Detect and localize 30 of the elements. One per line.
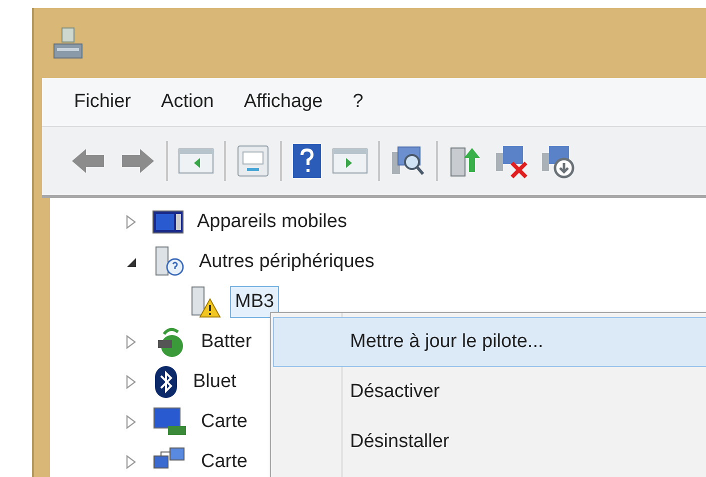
menu-item[interactable]: Fichier: [74, 91, 132, 113]
help-icon[interactable]: [292, 143, 322, 179]
uninstall-icon[interactable]: [494, 143, 530, 179]
expand-arrow-icon[interactable]: [124, 335, 138, 349]
context-menu-item[interactable]: Désinstaller: [273, 417, 706, 467]
display-adapter-icon: [152, 406, 188, 438]
mobile-device-icon: [152, 209, 184, 235]
bluetooth-icon: [152, 365, 180, 399]
context-menu-item[interactable]: Désactiver: [273, 367, 706, 417]
pane-icon[interactable]: [178, 147, 214, 175]
tree-item[interactable]: Batter: [196, 326, 257, 358]
tree-item[interactable]: Carte: [196, 446, 252, 477]
tree-item[interactable]: Bluet: [188, 366, 242, 398]
enable-device-icon[interactable]: [540, 143, 576, 179]
tree-item[interactable]: MB3: [230, 286, 280, 318]
tree-item[interactable]: Autres périphériques: [194, 246, 380, 278]
menu-item[interactable]: Affichage: [244, 91, 323, 113]
tree-item[interactable]: Appareils mobiles: [192, 206, 352, 238]
scan-icon[interactable]: [390, 144, 426, 178]
device-manager-icon: [52, 26, 84, 60]
expand-arrow-icon[interactable]: [124, 455, 138, 469]
menu-item[interactable]: ?: [352, 91, 364, 113]
expand-arrow-icon[interactable]: [124, 415, 138, 429]
menu-item[interactable]: Action: [161, 91, 214, 113]
expand-arrow-icon[interactable]: [124, 375, 138, 389]
expand-arrow-icon[interactable]: [124, 215, 138, 229]
properties-icon[interactable]: [236, 144, 270, 178]
pane-icon[interactable]: [332, 147, 368, 175]
tree-item[interactable]: Carte: [196, 406, 252, 438]
context-menu-item[interactable]: Mettre à jour le pilote...: [273, 317, 706, 367]
